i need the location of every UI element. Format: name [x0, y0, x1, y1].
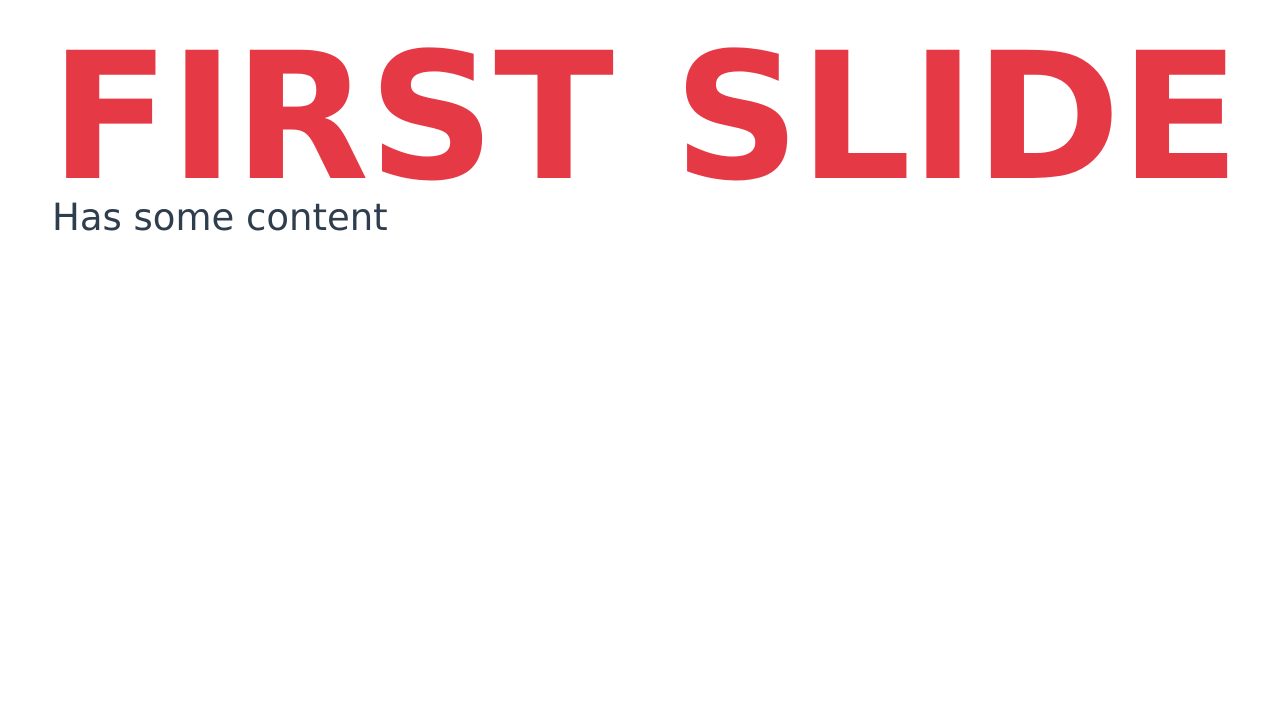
slide: FIRST SLIDE Has some content [0, 0, 1280, 720]
slide-subtitle: Has some content [52, 196, 388, 239]
slide-title: FIRST SLIDE [50, 15, 1240, 220]
